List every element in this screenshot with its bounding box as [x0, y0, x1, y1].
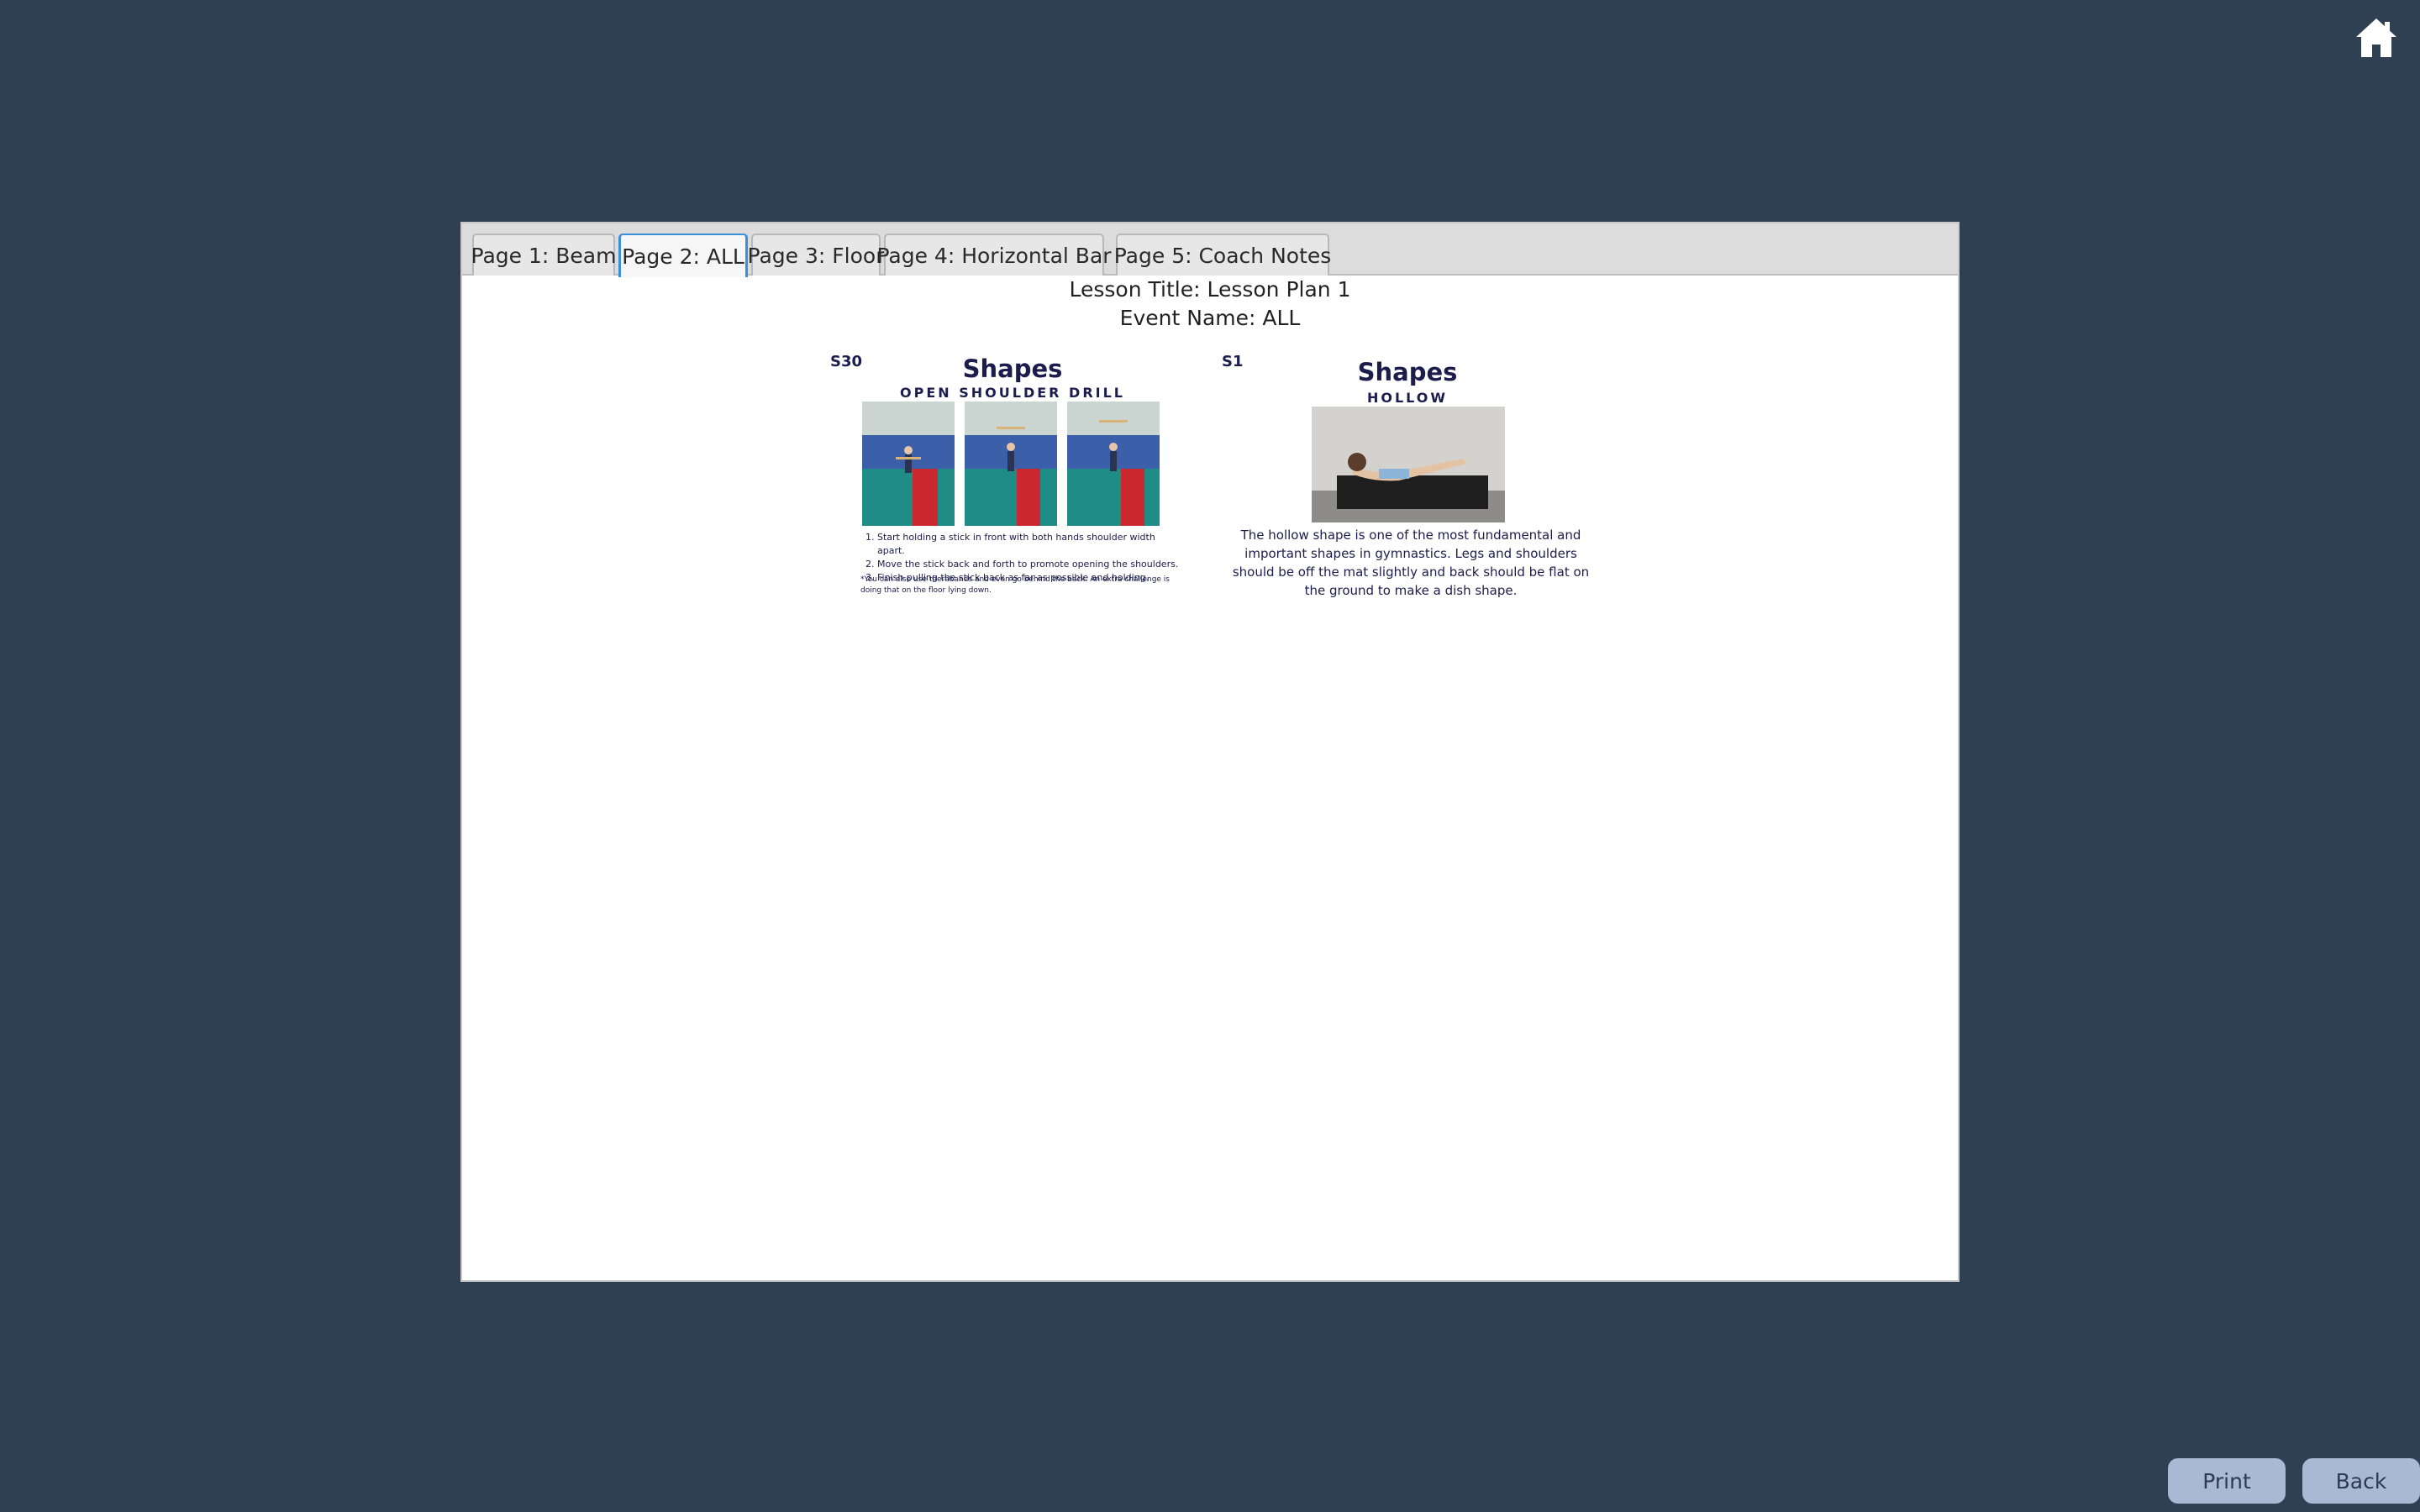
tab-page-2-all[interactable]: Page 2: ALL — [618, 234, 748, 277]
tab-page-4-horizontal-bar[interactable]: Page 4: Horizontal Bar — [876, 234, 1112, 276]
drill-photo-3 — [1067, 402, 1160, 526]
drill-step: Move the stick back and forth to promote… — [877, 558, 1181, 571]
tab-page-1-beam[interactable]: Page 1: Beam — [471, 234, 616, 276]
drill-card-s30: S30 Shapes OPEN SHOULDER DRILL 1. Start … — [823, 349, 1202, 601]
print-button[interactable]: Print — [2168, 1458, 2286, 1504]
lesson-title: Lesson Title: Lesson Plan 1 — [1069, 277, 1351, 302]
drill-title: Shapes — [962, 354, 1063, 383]
back-button[interactable]: Back — [2302, 1458, 2420, 1504]
tab-bar: Page 1: Beam Page 2: ALL Page 3: Floor P… — [462, 223, 1958, 277]
drill-step: Start holding a stick in front with both… — [877, 531, 1181, 558]
drill-subtitle: OPEN SHOULDER DRILL — [900, 385, 1125, 401]
drill-subtitle: HOLLOW — [1366, 390, 1449, 406]
lesson-plan-panel: Page 1: Beam Page 2: ALL Page 3: Floor P… — [460, 222, 1960, 1282]
home-button[interactable] — [2353, 15, 2400, 60]
event-name: Event Name: ALL — [1119, 306, 1301, 330]
home-icon — [2356, 18, 2396, 57]
hollow-photo — [1312, 407, 1505, 522]
drill-note: *You can also use therabands and even go… — [860, 575, 1170, 595]
drill-photo-1 — [862, 402, 955, 526]
drill-card-s1: S1 Shapes HOLLOW The hollow shape is one… — [1218, 349, 1597, 601]
drill-photo-2 — [965, 402, 1057, 526]
drill-title: Shapes — [1357, 358, 1458, 386]
tab-page-3-floor[interactable]: Page 3: Floor — [748, 234, 884, 276]
drill-description: The hollow shape is one of the most fund… — [1232, 528, 1590, 598]
tab-page-5-coach-notes[interactable]: Page 5: Coach Notes — [1114, 234, 1331, 276]
